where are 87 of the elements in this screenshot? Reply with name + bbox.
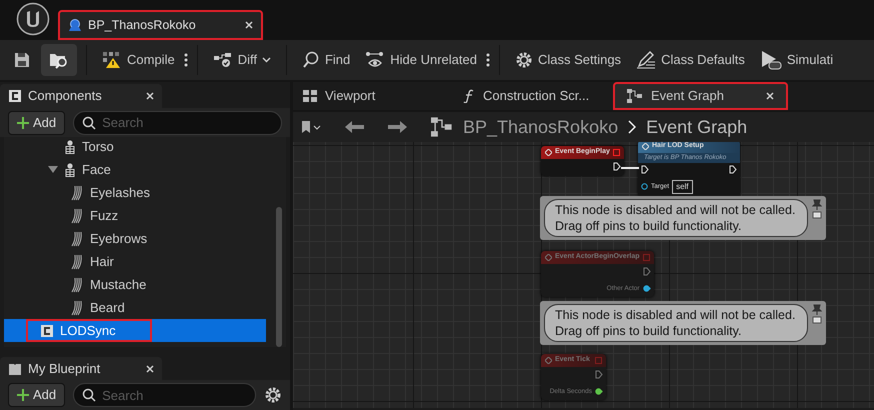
folder-search-button[interactable] <box>41 44 77 76</box>
panel-tab[interactable]: My Blueprint <box>0 356 162 380</box>
component-icon <box>40 324 54 338</box>
search-icon <box>82 388 96 402</box>
data-pin-icon[interactable] <box>641 183 648 190</box>
forward-arrow-icon[interactable] <box>387 120 407 134</box>
tree-item[interactable]: Mustache <box>4 273 266 296</box>
toolbar-button[interactable]: Diff <box>206 46 277 74</box>
diamond-icon <box>642 143 649 150</box>
hair-strands-icon <box>70 300 84 316</box>
breadcrumb-current[interactable]: Event Graph <box>646 114 748 140</box>
search-field[interactable]: Search <box>73 110 282 135</box>
tree-item[interactable]: Beard <box>4 296 266 320</box>
folder-search-icon <box>49 51 69 69</box>
tree-item[interactable]: Face <box>4 158 266 182</box>
blueprint-icon <box>68 18 82 32</box>
toolbar-button[interactable]: Class Defaults <box>630 46 751 74</box>
document-tab[interactable]: BP_ThanosRokoko <box>58 10 263 40</box>
chevron-icon <box>628 120 636 134</box>
tree-item[interactable]: LODSync <box>4 319 266 342</box>
toolbar-button[interactable]: Compile <box>96 46 181 74</box>
close-icon[interactable] <box>146 364 154 373</box>
tree-item[interactable]: Fuzz <box>4 204 266 228</box>
toolbar-button[interactable]: Simulati <box>754 46 840 74</box>
viewport-icon <box>303 90 317 102</box>
comment-text: This node is disabled and will not be called. Drag off pins to build functionality. <box>544 304 808 342</box>
breadcrumb-link[interactable]: BP_ThanosRokoko <box>463 114 618 140</box>
toolbar-button[interactable]: Class Settings <box>508 46 628 74</box>
logo-icon <box>16 2 50 36</box>
add-button[interactable]: Add <box>8 110 66 135</box>
search-icon <box>302 51 320 69</box>
panel-tab[interactable]: Components <box>0 84 162 108</box>
skeleton-icon <box>64 162 76 177</box>
hair-strands-icon <box>70 230 84 247</box>
save-icon <box>14 52 30 68</box>
diamond-icon <box>545 254 552 261</box>
settings-icon[interactable] <box>264 386 282 404</box>
more-options-icon[interactable] <box>486 53 490 67</box>
play-gear-icon <box>760 50 782 70</box>
hair-strands-icon <box>70 184 84 201</box>
hair-strands-icon <box>70 254 84 270</box>
tree-item[interactable]: Torso <box>4 137 266 158</box>
scrollbar[interactable] <box>276 207 282 347</box>
back-arrow-icon[interactable] <box>345 120 365 134</box>
function-icon <box>463 89 475 103</box>
diamond-icon <box>545 357 552 364</box>
search-field[interactable]: Search <box>73 383 256 408</box>
editor-tab[interactable]: Construction Scr... <box>453 82 613 110</box>
diff-icon <box>212 52 233 68</box>
wire-line <box>621 166 639 170</box>
pencil-icon <box>636 51 656 69</box>
comment-text: This node is disabled and will not be called. Drag off pins to build functionality. <box>544 199 808 237</box>
tree-item[interactable]: Eyebrows <box>4 227 266 250</box>
plus-icon <box>17 116 29 129</box>
hair-strands-icon <box>70 208 84 224</box>
skeleton-icon <box>64 140 76 154</box>
editor-tab[interactable]: Event Graph <box>613 82 788 110</box>
component-icon <box>8 88 22 103</box>
pin-value-field[interactable]: self <box>672 180 693 194</box>
delegate-pin-icon[interactable] <box>612 149 620 156</box>
hair-strands-icon <box>70 276 84 293</box>
compile-warning-icon <box>102 51 122 69</box>
eye-nodes-icon <box>365 51 386 69</box>
bookmark-icon[interactable] <box>301 120 323 134</box>
settings-icon <box>514 51 533 69</box>
graph-nodes-icon <box>431 117 453 137</box>
diamond-icon <box>545 149 552 156</box>
pin-icon[interactable] <box>812 199 822 219</box>
pin-icon[interactable] <box>812 304 822 324</box>
exec-pin-icon[interactable] <box>612 162 621 170</box>
tree-item[interactable]: Hair <box>4 250 266 274</box>
exec-pin-icon[interactable] <box>641 165 649 174</box>
close-icon[interactable] <box>766 92 774 100</box>
search-icon <box>82 116 96 130</box>
more-options-icon[interactable] <box>184 53 188 67</box>
toolbar-button[interactable]: Hide Unrelated <box>359 46 483 74</box>
close-icon[interactable] <box>146 92 154 100</box>
expander-arrow-icon[interactable] <box>48 166 58 174</box>
tree-item[interactable]: Eyelashes <box>4 181 266 204</box>
graph-nodes-icon <box>627 89 643 103</box>
book-icon <box>8 362 22 376</box>
add-button[interactable]: Add <box>8 383 66 408</box>
close-icon[interactable] <box>245 21 253 29</box>
exec-pin-icon[interactable] <box>729 165 737 174</box>
plus-icon <box>17 389 29 402</box>
toolbar-button[interactable]: Find <box>296 46 356 74</box>
editor-tab[interactable]: Viewport <box>293 82 453 110</box>
